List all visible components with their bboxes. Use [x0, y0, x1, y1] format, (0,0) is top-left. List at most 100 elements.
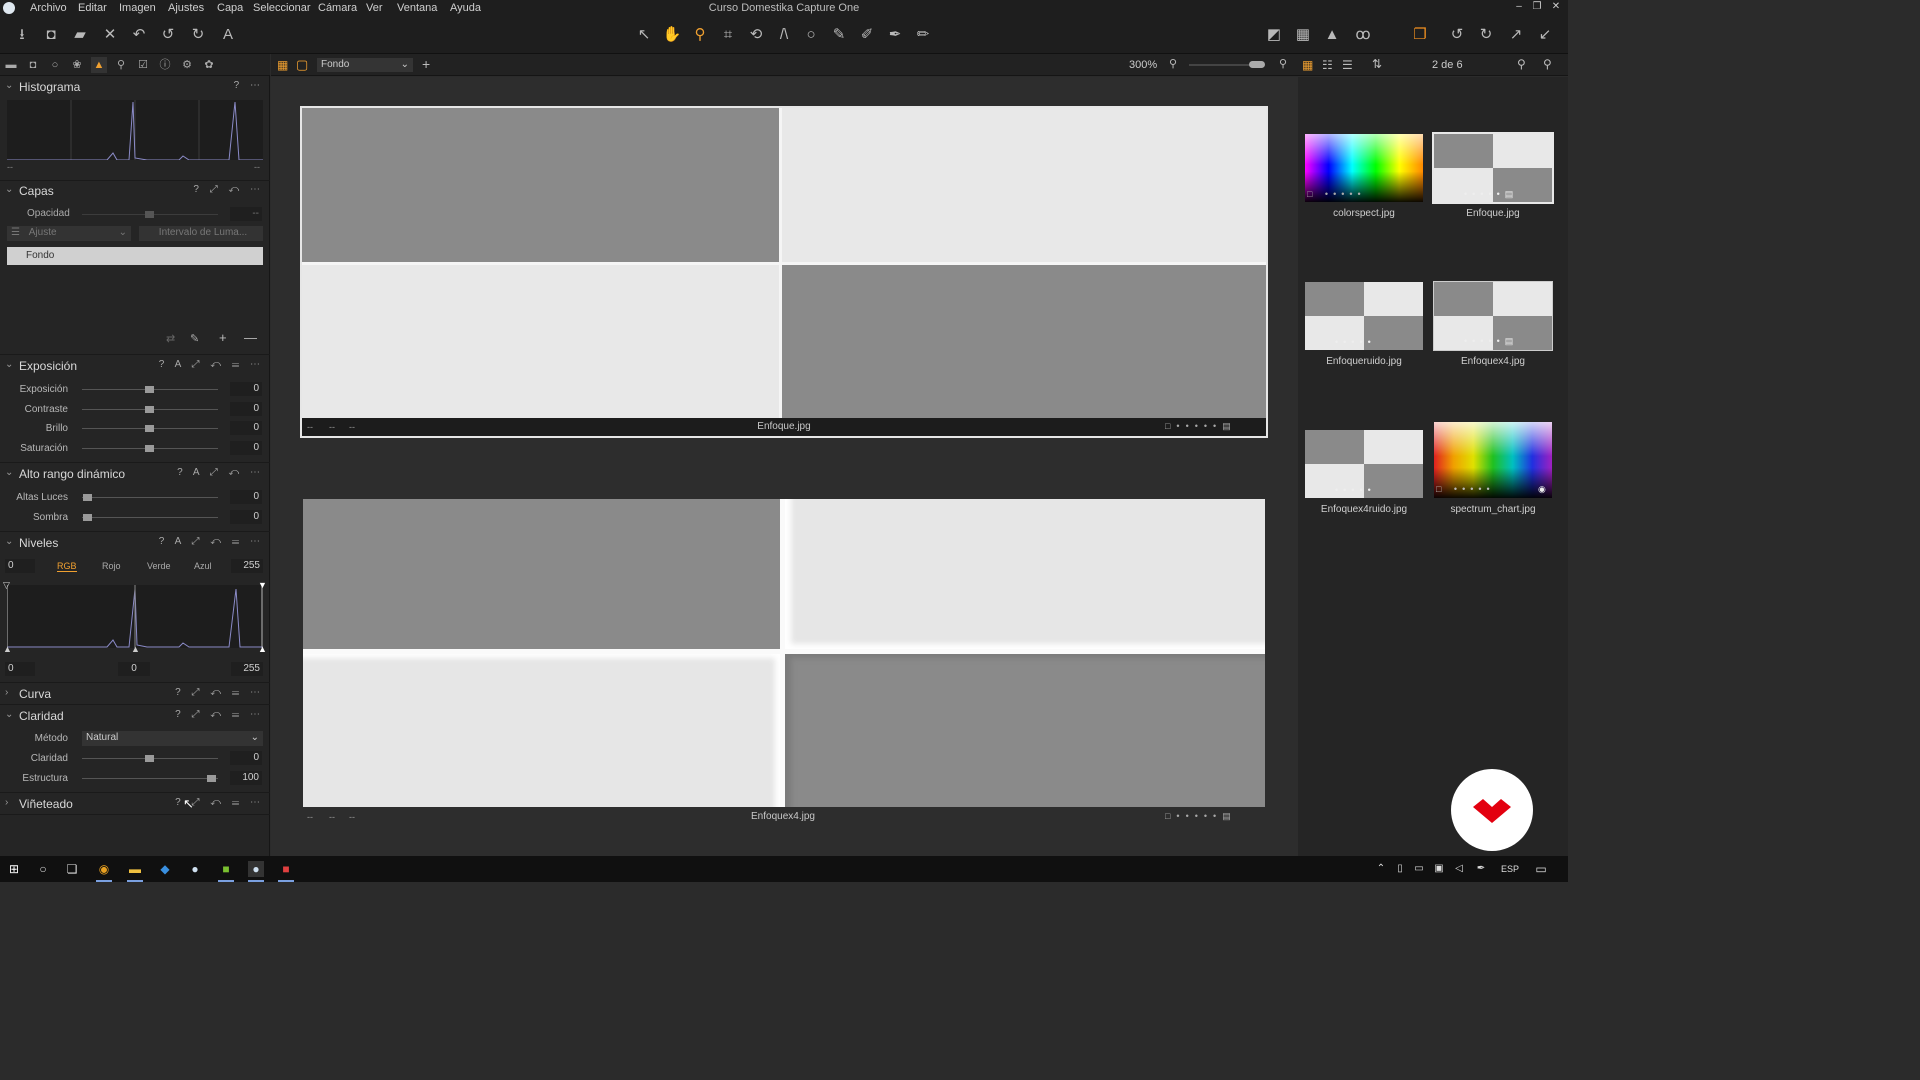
layer-swap-icon[interactable]: ⇄ [166, 332, 175, 345]
shadow-track[interactable] [82, 517, 218, 518]
clarity-header[interactable]: ⌄ Claridad ? ⤢ ↶ ☰ ⋯ [0, 706, 270, 726]
crop-icon[interactable]: ⌗ [718, 25, 738, 45]
levels-header[interactable]: ⌄ Niveles ? A ⤢ ↶ ☰ ⋯ [0, 533, 270, 553]
thumbnail-colorspect[interactable]: □ ••••• [1305, 134, 1423, 202]
zoom-level[interactable]: 300% [1129, 59, 1157, 71]
thumbnail-enfoque-selected[interactable]: •••••▤ [1432, 132, 1554, 204]
levels-output-low-handle-icon[interactable]: ▲ [3, 644, 12, 654]
layers-header[interactable]: ⌄ Capas ? ⤢ ↶ ⋯ [0, 181, 270, 201]
minimize-icon[interactable]: – [1512, 1, 1526, 15]
import-icon[interactable]: ⭳ [12, 25, 32, 45]
vignetting-header[interactable]: › Viñeteado ? ⤢ ↶ ☰ ⋯ [0, 794, 270, 814]
exposure-warning-icon[interactable]: ◩ [1264, 25, 1284, 45]
levels-black-handle-icon[interactable]: ▽ [3, 580, 10, 591]
eraser-icon[interactable]: ✏ [913, 25, 933, 45]
channel-green-tab[interactable]: Verde [147, 561, 171, 571]
exposure-header[interactable]: ⌄ Exposición ? A ⤢ ↶ ☰ ⋯ [0, 356, 270, 376]
filter-search-icon[interactable]: ⚲ [1517, 57, 1526, 71]
picker-icon[interactable]: ✎ [829, 25, 849, 45]
folder-icon[interactable]: ▰ [70, 25, 90, 45]
single-view-icon[interactable]: ▢ [296, 57, 308, 73]
thumbnail-spectrum-chart[interactable]: □ ••••• ◉ [1434, 422, 1552, 498]
shadow-value[interactable]: 0 [230, 510, 262, 524]
menu-ayuda[interactable]: Ayuda [450, 2, 481, 14]
rating-dots[interactable]: ••••• [1335, 337, 1376, 347]
collapse-icon[interactable]: ↙ [1535, 25, 1555, 45]
add-layer-icon[interactable]: + [219, 330, 227, 345]
warning-icon[interactable]: ▲ [1322, 25, 1342, 45]
rating-dots[interactable]: •••••▤ [1464, 189, 1518, 200]
select-cursor-icon[interactable]: ↖ [634, 25, 654, 45]
layer-row-fondo[interactable]: Fondo [7, 247, 263, 265]
menu-editar[interactable]: Editar [78, 2, 107, 14]
variant-dropdown[interactable]: Fondo ⌄ [317, 58, 413, 72]
curve-header[interactable]: › Curva ? ⤢ ↶ ☰ ⋯ [0, 684, 270, 704]
zoom-tool-icon[interactable]: ⚲ [690, 25, 710, 45]
menu-ver[interactable]: Ver [366, 2, 383, 14]
app-icon[interactable]: ◆ [157, 861, 173, 877]
adjustments-tab-icon[interactable]: ☑ [135, 57, 151, 73]
channel-rgb-tab[interactable]: RGB [57, 561, 77, 572]
volume-icon[interactable]: ◁ [1451, 861, 1467, 877]
network-icon[interactable]: ▣ [1431, 861, 1447, 877]
delete-icon[interactable]: ✕ [100, 25, 120, 45]
zoom-knob[interactable] [1249, 61, 1265, 68]
recorder-icon[interactable]: ■ [278, 861, 294, 877]
menu-archivo[interactable]: Archivo [30, 2, 67, 14]
exposure-knob[interactable] [145, 386, 154, 393]
usb-icon[interactable]: ▯ [1392, 861, 1408, 877]
redo-icon[interactable]: ↻ [188, 25, 208, 45]
rating-dots[interactable]: □•••••▤ [1165, 811, 1237, 822]
rating-dots[interactable]: ••••• [1335, 485, 1376, 495]
rating-dots[interactable]: □ ••••• [1307, 189, 1366, 199]
levels-mid-handle-icon[interactable]: ▲ [131, 644, 140, 654]
grid-icon[interactable]: ▦ [1293, 25, 1313, 45]
library-tab-icon[interactable]: ▬ [3, 57, 19, 73]
highlights-track[interactable] [82, 497, 218, 498]
opacity-knob[interactable] [145, 211, 154, 218]
contrast-value[interactable]: 0 [230, 402, 262, 416]
reset-icon[interactable]: ↶ [129, 25, 149, 45]
rotate-icon[interactable]: ⟲ [746, 25, 766, 45]
levels-histogram[interactable] [6, 585, 263, 648]
levels-white-handle-icon[interactable]: ▼ [258, 580, 267, 590]
levels-tool-icons[interactable]: ? A ⤢ ↶ ☰ ⋯ [159, 536, 264, 547]
levels-output-high-handle-icon[interactable]: ▲ [258, 644, 267, 654]
battery-icon[interactable]: ▭ [1411, 861, 1427, 877]
clarity-knob[interactable] [145, 755, 154, 762]
batch-tab-icon[interactable]: ✿ [201, 57, 217, 73]
rating-dots[interactable]: □ ••••• [1436, 484, 1495, 494]
viewer-image-enfoque[interactable]: -- -- -- Enfoque.jpg □•••••▤ [300, 106, 1268, 438]
brightness-value[interactable]: 0 [230, 421, 262, 435]
windows-start-icon[interactable]: ⊞ [6, 861, 22, 877]
menu-capa[interactable]: Capa [217, 2, 243, 14]
keystone-icon[interactable]: /\ [774, 25, 794, 45]
file-explorer-icon[interactable]: ▬ [127, 861, 143, 877]
close-icon[interactable]: ✕ [1549, 1, 1563, 15]
search-icon[interactable]: ⚲ [1543, 57, 1552, 71]
zoom-in-icon[interactable]: ⚲ [1279, 57, 1287, 70]
capture-one-icon[interactable]: ● [187, 861, 203, 877]
menu-imagen[interactable]: Imagen [119, 2, 156, 14]
levels-output-high[interactable]: 255 [231, 662, 263, 676]
tray-chevron-icon[interactable]: ⌃ [1373, 861, 1389, 877]
camera-icon[interactable]: ◘ [41, 25, 61, 45]
opacity-value[interactable]: -- [230, 207, 262, 221]
hdr-tool-icons[interactable]: ? A ⤢ ↶ ⋯ [177, 467, 264, 478]
layer-brush-icon[interactable]: ✎ [190, 332, 199, 345]
histogram-tool-icons[interactable]: ? ⋯ [234, 80, 264, 91]
eye-icon[interactable]: ◉ [1538, 484, 1546, 495]
auto-adjust-icon[interactable]: A [218, 25, 238, 45]
thumbnail-enfoquex4ruido[interactable]: ••••• [1305, 430, 1423, 498]
brush-icon[interactable]: ✒ [885, 25, 905, 45]
rating-dots[interactable]: •••••▤ [1464, 336, 1518, 347]
mask-brush-icon[interactable]: ✐ [857, 25, 877, 45]
rotate-right-icon[interactable]: ↻ [1476, 25, 1496, 45]
maximize-icon[interactable]: ❐ [1530, 1, 1544, 15]
capture-tab-icon[interactable]: ◘ [25, 57, 41, 73]
menu-camara[interactable]: Cámara [318, 2, 357, 14]
menu-ventana[interactable]: Ventana [397, 2, 437, 14]
adjust-dropdown[interactable]: ☰ Ajuste ⌄ [7, 226, 131, 241]
highlights-value[interactable]: 0 [230, 490, 262, 504]
language-indicator[interactable]: ESP [1501, 864, 1519, 874]
